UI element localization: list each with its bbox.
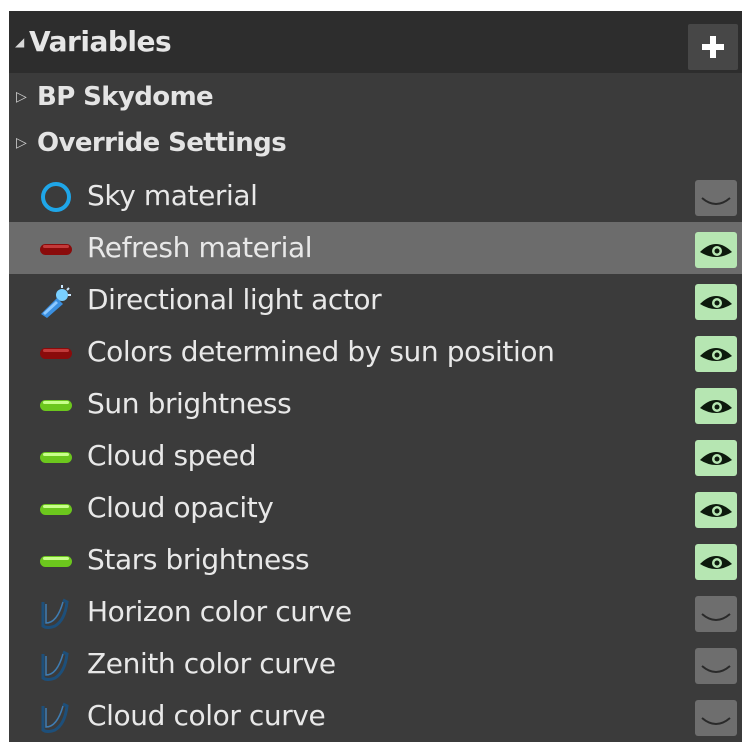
variable-row-cloud-opacity[interactable]: Cloud opacity <box>9 482 742 534</box>
visibility-closed-eye-icon[interactable] <box>695 596 737 632</box>
variable-row-directional-light-actor[interactable]: Directional light actor <box>9 274 742 326</box>
variable-label: Sky material <box>87 179 258 212</box>
variable-row-cloud-speed[interactable]: Cloud speed <box>9 430 742 482</box>
variable-label: Refresh material <box>87 231 313 264</box>
variable-label: Zenith color curve <box>87 647 336 680</box>
light-actor-icon <box>41 285 71 318</box>
variable-row-stars-brightness[interactable]: Stars brightness <box>9 534 742 586</box>
section-title: Variables <box>29 25 172 58</box>
variable-label: Horizon color curve <box>87 595 352 628</box>
variable-label: Stars brightness <box>87 543 310 576</box>
visibility-eye-icon[interactable] <box>695 440 737 476</box>
category-bp-skydome[interactable]: ▷ BP Skydome <box>9 75 742 121</box>
pill-icon <box>40 244 72 255</box>
pill-icon <box>40 400 72 411</box>
visibility-eye-icon[interactable] <box>695 336 737 372</box>
variable-row-colors-determined-by-sun-position[interactable]: Colors determined by sun position <box>9 326 742 378</box>
visibility-eye-icon[interactable] <box>695 388 737 424</box>
category-label: Override Settings <box>37 128 287 158</box>
variables-panel: ◢ Variables ▷ BP Skydome ▷ Override Sett… <box>9 11 742 742</box>
visibility-eye-icon[interactable] <box>695 284 737 320</box>
expand-triangle-icon[interactable]: ▷ <box>16 89 27 105</box>
variable-label: Cloud speed <box>87 439 257 472</box>
object-ring-icon <box>41 182 71 212</box>
variable-label: Directional light actor <box>87 283 382 316</box>
variable-label: Cloud color curve <box>87 699 326 732</box>
variable-row-zenith-color-curve[interactable]: Zenith color curve <box>9 638 742 690</box>
visibility-eye-icon[interactable] <box>695 544 737 580</box>
pill-icon <box>40 556 72 567</box>
visibility-closed-eye-icon[interactable] <box>695 180 737 216</box>
visibility-eye-icon[interactable] <box>695 232 737 268</box>
variable-label: Sun brightness <box>87 387 292 420</box>
pill-icon <box>40 348 72 359</box>
curve-icon <box>41 702 69 733</box>
variables-header[interactable]: ◢ Variables <box>9 11 742 73</box>
variable-row-sky-material[interactable]: Sky material <box>9 170 742 222</box>
collapse-triangle-icon[interactable]: ◢ <box>15 36 25 48</box>
variable-row-cloud-color-curve[interactable]: Cloud color curve <box>9 690 742 742</box>
pill-icon <box>40 452 72 463</box>
expand-triangle-icon[interactable]: ▷ <box>16 135 27 151</box>
category-override-settings[interactable]: ▷ Override Settings <box>9 121 742 167</box>
variable-row-sun-brightness[interactable]: Sun brightness <box>9 378 742 430</box>
visibility-eye-icon[interactable] <box>695 492 737 528</box>
variable-label: Cloud opacity <box>87 491 274 524</box>
plus-icon <box>702 36 724 58</box>
visibility-closed-eye-icon[interactable] <box>695 648 737 684</box>
variable-row-horizon-color-curve[interactable]: Horizon color curve <box>9 586 742 638</box>
visibility-closed-eye-icon[interactable] <box>695 700 737 736</box>
variable-row-refresh-material[interactable]: Refresh material <box>9 222 742 274</box>
category-label: BP Skydome <box>37 82 214 112</box>
add-variable-button[interactable] <box>688 24 738 70</box>
curve-icon <box>41 650 69 681</box>
variable-label: Colors determined by sun position <box>87 335 555 368</box>
pill-icon <box>40 504 72 515</box>
curve-icon <box>41 598 69 629</box>
